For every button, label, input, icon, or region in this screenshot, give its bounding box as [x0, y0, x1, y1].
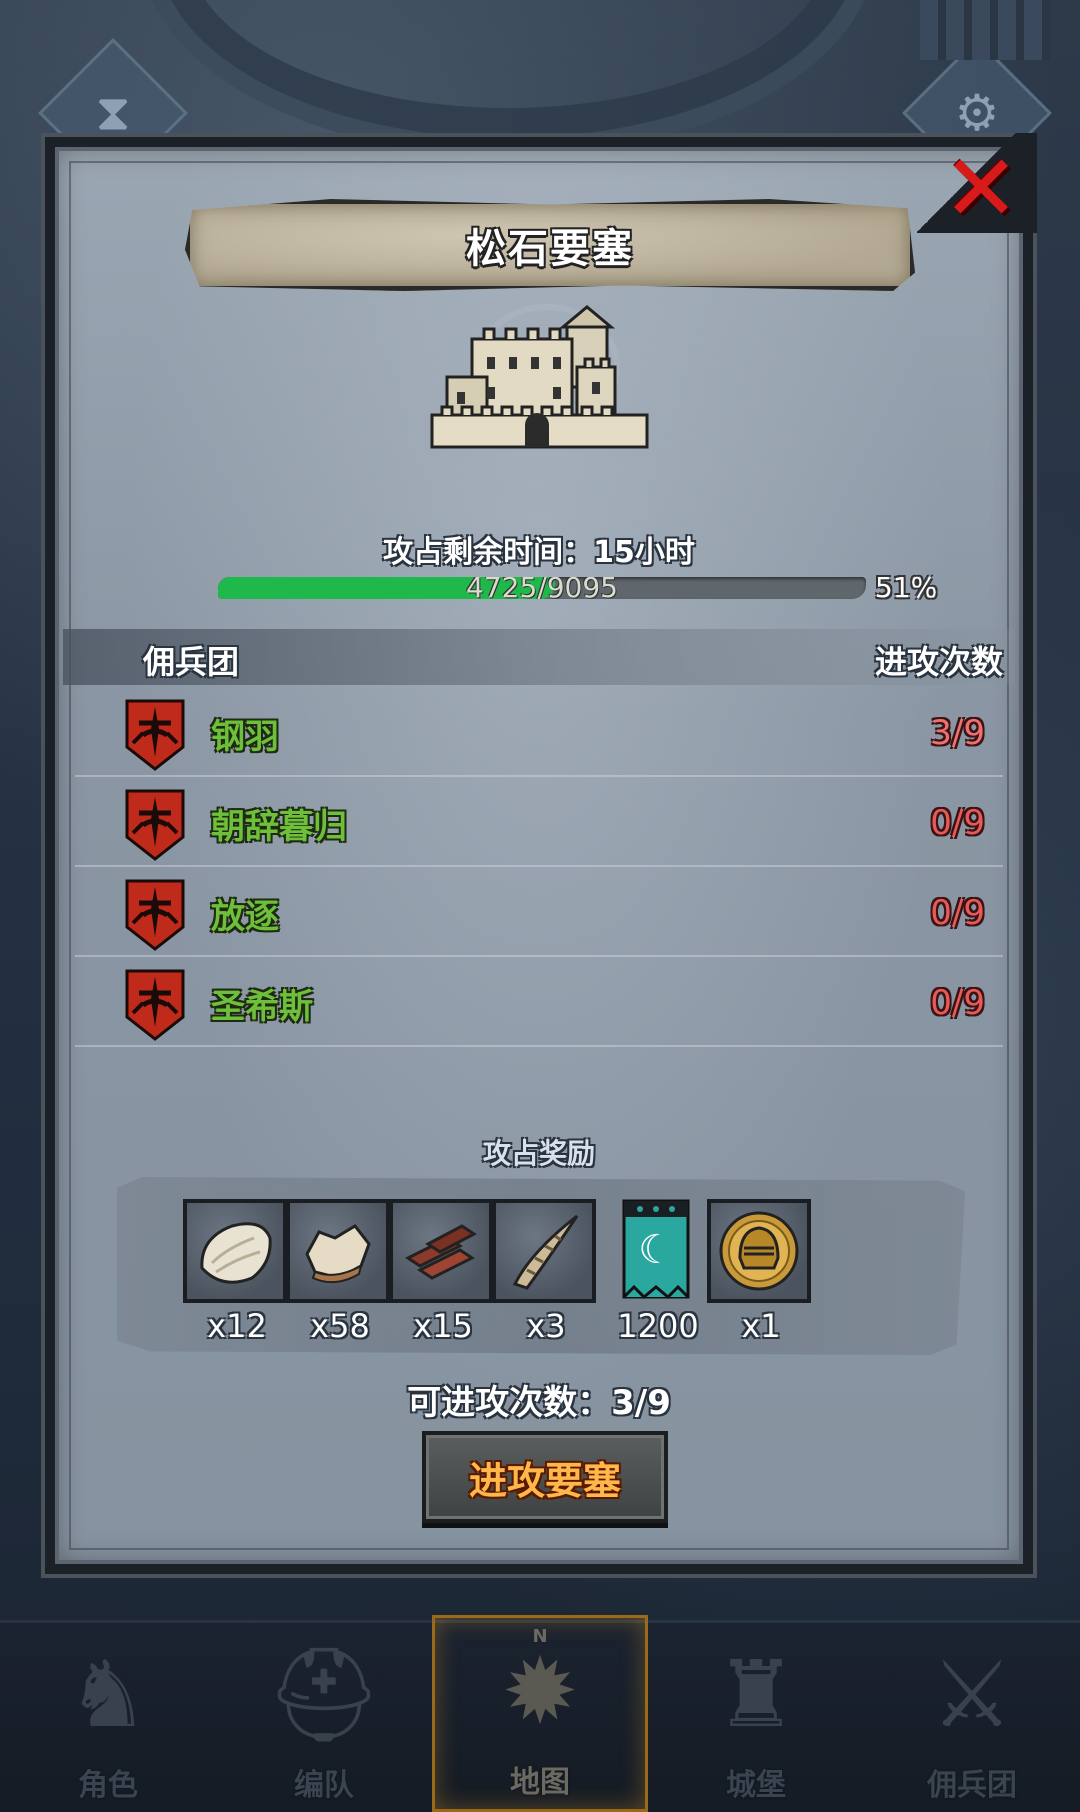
close-button[interactable]: ✕ — [939, 143, 1023, 235]
reward-slot: ☾ — [604, 1199, 708, 1303]
reward-slot — [286, 1199, 390, 1303]
fur-pelt-icon — [200, 1222, 272, 1284]
reward-slot — [707, 1199, 811, 1303]
nav-character[interactable]: ♞ 角色 — [0, 1623, 216, 1812]
reward-item[interactable]: x3 — [492, 1199, 600, 1345]
reward-item[interactable]: x12 — [183, 1199, 291, 1345]
mercenary-icon: ⚔ — [930, 1641, 1014, 1748]
nav-label: 佣兵团 — [927, 1768, 1017, 1803]
timer-value: 15小时 — [593, 535, 695, 570]
reward-quantity: 1200 — [617, 1307, 699, 1345]
castle-icon: ♜ — [714, 1641, 798, 1748]
mercenary-name: 钢羽 — [211, 717, 279, 757]
mercenary-attack-count: 0/9 — [930, 803, 985, 843]
bottom-nav: ♞ 角色 ⛑ 编队 N ✹ 地图 ♜ 城堡 ⚔ 佣兵团 — [0, 1615, 1080, 1812]
attack-fortress-label: 进攻要塞 — [468, 1458, 621, 1503]
title-banner: 松石要塞 — [185, 199, 915, 291]
nav-label: 角色 — [78, 1768, 138, 1803]
mercenary-name: 圣希斯 — [211, 987, 313, 1027]
remaining-attacks-value: 3/9 — [611, 1383, 671, 1423]
mercenary-crest-icon — [125, 969, 185, 1041]
mercenary-row: 放逐 0/9 — [75, 865, 1003, 957]
reward-slot — [389, 1199, 493, 1303]
capture-progress-bar: 4725/9095 — [218, 577, 866, 599]
reward-item[interactable]: x1 — [707, 1199, 815, 1345]
reward-item[interactable]: x58 — [286, 1199, 394, 1345]
mercenary-row: 朝辞暮归 0/9 — [75, 775, 1003, 867]
timer-label: 攻占剩余时间： — [383, 535, 594, 570]
nav-label: 城堡 — [726, 1768, 786, 1803]
reward-quantity: x1 — [741, 1307, 781, 1345]
wood-planks-icon — [405, 1224, 477, 1280]
column-attack-count: 进攻次数 — [874, 643, 1003, 681]
reward-quantity: x12 — [207, 1307, 267, 1345]
capture-progress-percent: 51% — [875, 571, 938, 604]
reward-slot — [492, 1199, 596, 1303]
nav-formation[interactable]: ⛑ 编队 — [216, 1623, 432, 1812]
mercenary-attack-count: 3/9 — [930, 713, 985, 753]
mercenary-crest-icon — [125, 879, 185, 951]
mercenary-row: 圣希斯 0/9 — [75, 955, 1003, 1047]
mercenary-name: 放逐 — [211, 897, 279, 937]
mercenary-attack-count: 0/9 — [930, 983, 985, 1023]
nav-label: 地图 — [510, 1765, 570, 1800]
reward-quantity: x15 — [413, 1307, 473, 1345]
nav-label: 编队 — [294, 1768, 354, 1803]
compass-icon: ✹ — [501, 1638, 579, 1745]
nav-map[interactable]: N ✹ 地图 — [432, 1615, 648, 1812]
clock-dial — [140, 0, 876, 156]
dialog-title: 松石要塞 — [466, 226, 634, 272]
reward-quantity: x3 — [526, 1307, 566, 1345]
city-skyline — [920, 0, 1050, 60]
horn-icon — [512, 1214, 579, 1290]
fortress-castle-icon — [430, 304, 649, 449]
mercenary-crest-icon — [125, 699, 185, 771]
helmet-icon: ⛑ — [265, 1641, 383, 1748]
rewards-title: 攻占奖励 — [482, 1137, 595, 1170]
reward-item[interactable]: x15 — [389, 1199, 497, 1345]
knight-helmet-coin-icon — [719, 1211, 799, 1291]
svg-text:☾: ☾ — [638, 1227, 674, 1273]
nav-castle[interactable]: ♜ 城堡 — [648, 1623, 864, 1812]
leather-hide-icon — [305, 1224, 371, 1284]
remaining-attacks-label: 可进攻次数： — [407, 1383, 612, 1423]
reward-slot — [183, 1199, 287, 1303]
capture-progress-text: 4725/9095 — [466, 577, 618, 599]
hourglass-icon: ⧗ — [95, 83, 131, 142]
reward-item[interactable]: ☾ 1200 — [604, 1199, 712, 1345]
mercenary-attack-count: 0/9 — [930, 893, 985, 933]
remaining-attacks: 可进攻次数：3/9 — [55, 1375, 1023, 1424]
nav-mercenary[interactable]: ⚔ 佣兵团 — [864, 1623, 1080, 1812]
reward-quantity: x58 — [310, 1307, 370, 1345]
close-icon: ✕ — [942, 135, 1020, 242]
capture-timer: 攻占剩余时间：15小时 — [55, 527, 1023, 571]
compass-north-label: N — [532, 1626, 548, 1647]
mercenary-row: 钢羽 3/9 — [75, 685, 1003, 777]
knight-icon: ♞ — [66, 1641, 150, 1748]
mercenary-name: 朝辞暮归 — [211, 807, 347, 847]
mercenary-crest-icon — [125, 789, 185, 861]
column-mercenary: 佣兵团 — [143, 643, 240, 681]
fortress-dialog: ✕ 松石要塞 攻占剩余时间：15小时 4725/9095 51% 佣兵团 进攻次… — [45, 133, 1037, 1574]
guild-banner-icon: ☾ — [622, 1199, 690, 1300]
attack-fortress-button[interactable]: 进攻要塞 — [422, 1431, 668, 1523]
mercenary-table-header: 佣兵团 进攻次数 — [63, 629, 1015, 685]
